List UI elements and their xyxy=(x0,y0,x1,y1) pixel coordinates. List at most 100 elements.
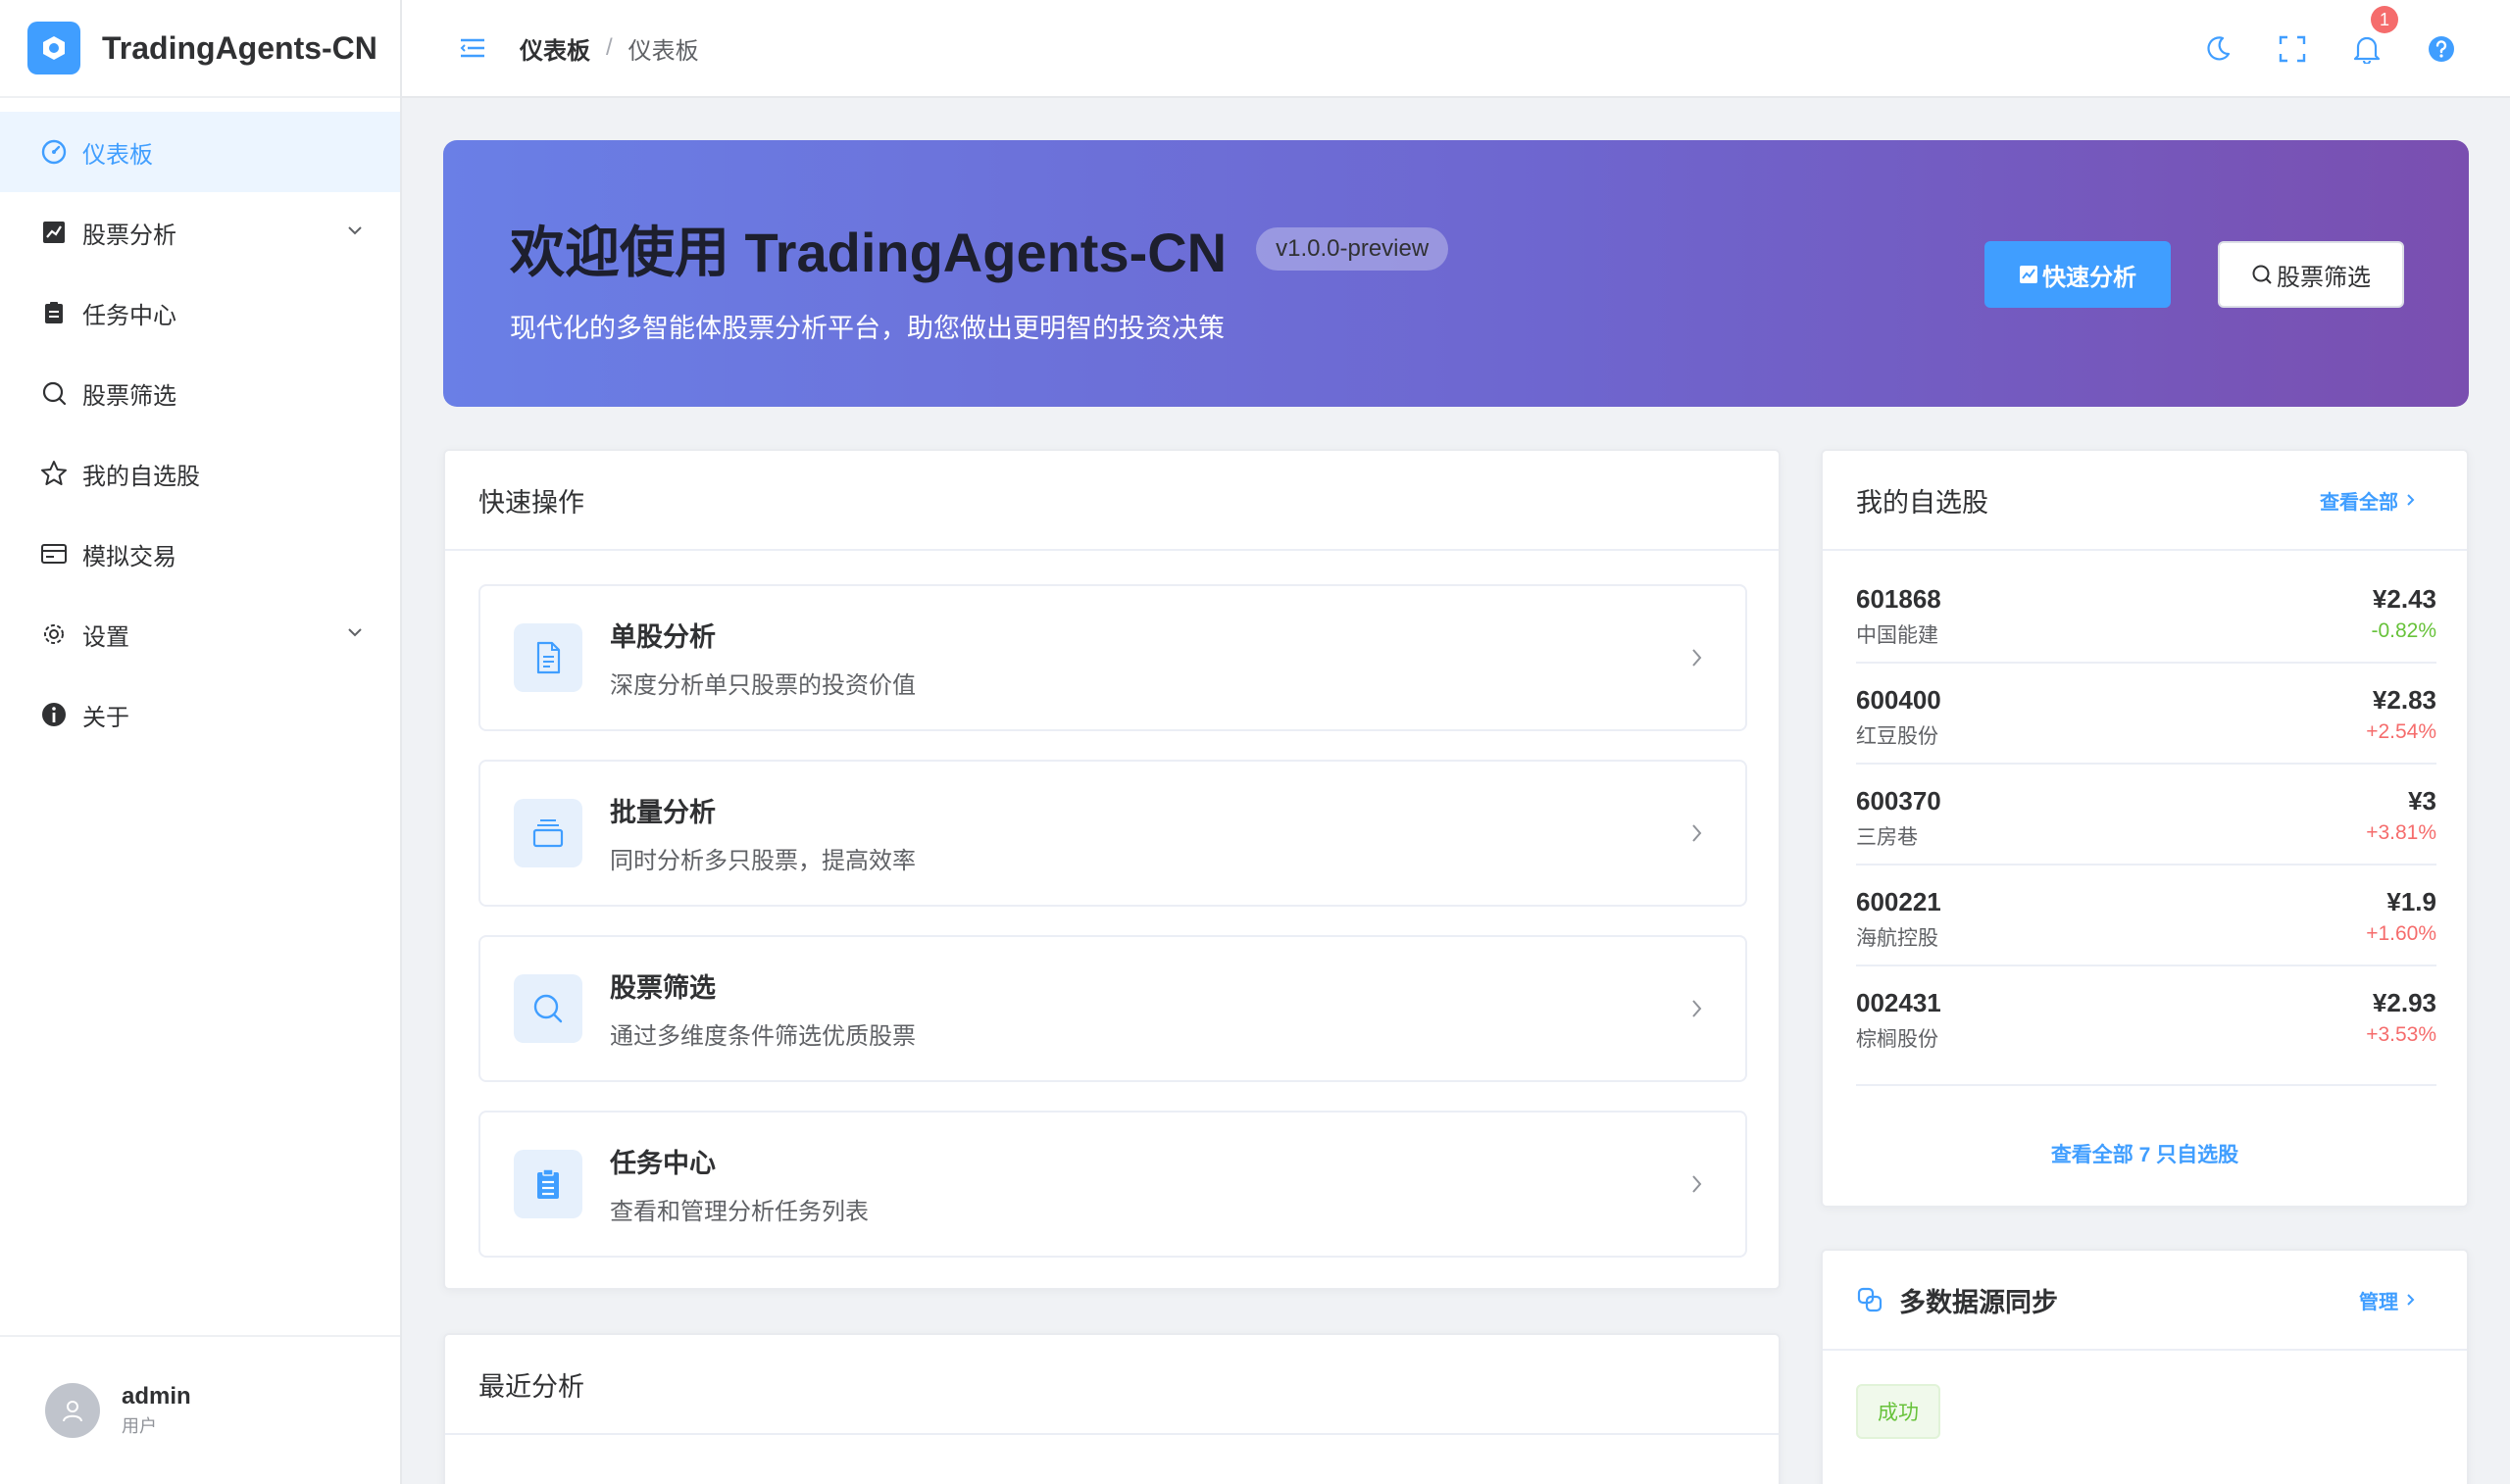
sidebar-item-dashboard[interactable]: 仪表板 xyxy=(0,112,400,192)
clipboard-icon xyxy=(39,298,69,327)
dashboard-icon xyxy=(39,137,69,167)
card-title: 多数据源同步 xyxy=(1856,1281,2058,1319)
sidebar-item-watchlist[interactable]: 我的自选股 xyxy=(0,433,400,514)
sidebar-item-task-center[interactable]: 任务中心 xyxy=(0,272,400,353)
action-task-center[interactable]: 任务中心 查看和管理分析任务列表 xyxy=(478,1111,1747,1258)
card-header: 最近分析 xyxy=(445,1335,1779,1435)
stock-name: 红豆股份 xyxy=(1856,725,1938,748)
watchlist-row[interactable]: 600400 红豆股份 ¥2.83 +2.54% xyxy=(1856,664,2436,765)
user-profile[interactable]: admin 用户 xyxy=(0,1335,400,1484)
bell-icon[interactable]: 1 xyxy=(2347,6,2398,69)
stock-price: ¥2.93 xyxy=(2372,988,2436,1017)
avatar xyxy=(45,1383,100,1438)
sidebar-item-label: 股票分析 xyxy=(82,222,176,249)
sidebar-item-label: 模拟交易 xyxy=(82,543,176,570)
action-desc: 查看和管理分析任务列表 xyxy=(610,1199,869,1225)
stock-code: 600370 xyxy=(1856,786,1941,816)
watchlist-row[interactable]: 601868 中国能建 ¥2.43 -0.82% xyxy=(1856,563,2436,664)
breadcrumb-separator: / xyxy=(606,34,613,61)
card-header: 快速操作 xyxy=(445,451,1779,551)
stock-change: +1.60% xyxy=(2366,922,2436,945)
user-name: admin xyxy=(122,1383,191,1410)
card-header: 多数据源同步 管理 xyxy=(1823,1251,2467,1351)
stock-change: +2.54% xyxy=(2366,720,2436,743)
recent-analysis-card: 最近分析 xyxy=(443,1333,1781,1484)
action-text: 单股分析 深度分析单只股票的投资价值 xyxy=(610,616,916,700)
sidebar-item-label: 我的自选股 xyxy=(82,463,200,490)
card-header: 我的自选股 查看全部 xyxy=(1823,451,2467,551)
moon-icon[interactable] xyxy=(2198,29,2237,69)
status-badge: 成功 xyxy=(1856,1384,1940,1439)
chevron-right-icon xyxy=(1686,645,1706,675)
sidebar-item-settings[interactable]: 设置 xyxy=(0,594,400,674)
quick-actions-card: 快速操作 单股分析 深度分析单只股票的投资价值 批量分析 同时分析多只股票，提高… xyxy=(443,449,1781,1290)
watchlist-row[interactable]: 600370 三房巷 ¥3 +3.81% xyxy=(1856,765,2436,866)
action-desc: 深度分析单只股票的投资价值 xyxy=(610,672,916,699)
action-text: 批量分析 同时分析多只股票，提高效率 xyxy=(610,791,916,875)
quick-analysis-button[interactable]: 快速分析 xyxy=(1984,241,2171,308)
stock-screener-button[interactable]: 股票筛选 xyxy=(2218,241,2404,308)
brand[interactable]: TradingAgents-CN xyxy=(0,0,400,98)
document-icon xyxy=(514,623,582,692)
breadcrumb-item-current: 仪表板 xyxy=(628,37,699,65)
stock-price: ¥2.83 xyxy=(2372,685,2436,715)
sidebar-item-label: 关于 xyxy=(82,704,129,731)
stock-change: +3.53% xyxy=(2366,1023,2436,1046)
sidebar-item-label: 股票筛选 xyxy=(82,382,176,410)
fullscreen-icon[interactable] xyxy=(2273,29,2312,69)
chevron-down-icon xyxy=(345,220,365,247)
banner-title: 欢迎使用 TradingAgents-CN v1.0.0-preview xyxy=(510,209,1449,288)
help-icon[interactable] xyxy=(2422,29,2461,69)
clipboard-icon xyxy=(514,1150,582,1218)
notification-badge: 1 xyxy=(2371,6,2398,33)
action-stock-screener[interactable]: 股票筛选 通过多维度条件筛选优质股票 xyxy=(478,935,1747,1082)
logo-icon xyxy=(27,22,80,74)
sidebar-item-paper-trading[interactable]: 模拟交易 xyxy=(0,514,400,594)
card-title: 我的自选股 xyxy=(1856,487,1988,518)
sidebar-item-stock-screener[interactable]: 股票筛选 xyxy=(0,353,400,433)
chevron-right-icon xyxy=(1686,996,1706,1026)
sidebar-menu: 仪表板 股票分析 任务中心 股票筛选 我的自选股 模拟交易 设置 关于 xyxy=(0,98,400,755)
action-single-analysis[interactable]: 单股分析 深度分析单只股票的投资价值 xyxy=(478,584,1747,731)
view-all-link[interactable]: 查看全部 xyxy=(2320,486,2418,515)
action-title: 任务中心 xyxy=(610,1149,716,1178)
view-all-watchlist-link[interactable]: 查看全部 7 只自选股 xyxy=(1823,1139,2467,1168)
action-title: 单股分析 xyxy=(610,622,716,652)
breadcrumb-item[interactable]: 仪表板 xyxy=(520,31,590,66)
search-icon xyxy=(2251,264,2273,285)
chevron-right-icon xyxy=(1686,1171,1706,1202)
sidebar-item-label: 任务中心 xyxy=(82,302,176,329)
menu-toggle-icon[interactable] xyxy=(457,32,488,64)
stock-code: 600221 xyxy=(1856,887,1941,916)
sidebar: TradingAgents-CN 仪表板 股票分析 任务中心 股票筛选 我的自选… xyxy=(0,0,402,1484)
chevron-down-icon xyxy=(345,621,365,649)
sidebar-item-label: 设置 xyxy=(82,623,129,651)
sidebar-item-about[interactable]: 关于 xyxy=(0,674,400,755)
stock-screener-label: 股票筛选 xyxy=(2277,264,2371,291)
watchlist-row[interactable]: 002431 棕榈股份 ¥2.93 +3.53% xyxy=(1856,966,2436,1086)
action-desc: 通过多维度条件筛选优质股票 xyxy=(610,1023,916,1050)
action-title: 股票筛选 xyxy=(610,973,716,1003)
stock-name: 三房巷 xyxy=(1856,826,1918,849)
user-role: 用户 xyxy=(122,1416,157,1436)
stock-name: 棕榈股份 xyxy=(1856,1028,1938,1051)
stock-name: 海航控股 xyxy=(1856,927,1938,950)
card-icon xyxy=(39,539,69,569)
quick-analysis-label: 快速分析 xyxy=(2042,264,2136,291)
stock-code: 600400 xyxy=(1856,685,1941,715)
action-batch-analysis[interactable]: 批量分析 同时分析多只股票，提高效率 xyxy=(478,760,1747,907)
stock-name: 中国能建 xyxy=(1856,624,1938,647)
banner-title-text: 欢迎使用 TradingAgents-CN xyxy=(510,222,1228,283)
watchlist-row[interactable]: 600221 海航控股 ¥1.9 +1.60% xyxy=(1856,866,2436,966)
welcome-banner: 欢迎使用 TradingAgents-CN v1.0.0-preview 现代化… xyxy=(443,140,2469,407)
manage-link[interactable]: 管理 xyxy=(2359,1286,2418,1314)
sidebar-item-stock-analysis[interactable]: 股票分析 xyxy=(0,192,400,272)
search-icon xyxy=(514,974,582,1043)
search-icon xyxy=(39,378,69,408)
stock-change: -0.82% xyxy=(2371,619,2436,642)
stock-price: ¥2.43 xyxy=(2372,584,2436,614)
stock-price: ¥3 xyxy=(2408,786,2436,816)
chart-icon xyxy=(2019,265,2038,284)
data-sync-card: 多数据源同步 管理 成功 xyxy=(1821,1249,2469,1484)
sidebar-item-label: 仪表板 xyxy=(82,141,153,169)
